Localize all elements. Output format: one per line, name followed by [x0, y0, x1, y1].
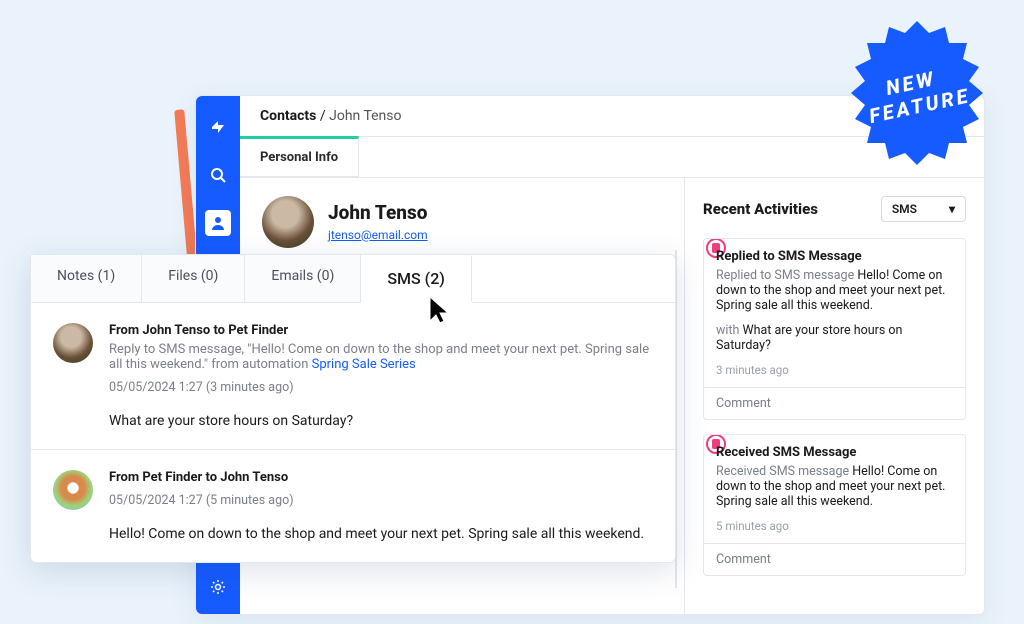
logo-icon[interactable]	[205, 114, 231, 140]
activities-filter-value: SMS	[892, 202, 917, 216]
new-feature-badge: NEW FEATURE	[842, 18, 992, 168]
activity-comment-link[interactable]: Comment	[704, 543, 965, 575]
recent-activities-title: Recent Activities	[703, 200, 818, 218]
automation-link[interactable]: Spring Sale Series	[312, 357, 416, 372]
message-from: From John Tenso to Pet Finder	[109, 323, 653, 338]
avatar	[53, 470, 93, 510]
tab-files[interactable]: Files (0)	[142, 255, 245, 302]
activity-title: Replied to SMS Message	[716, 249, 953, 264]
message-text: Hello! Come on down to the shop and meet…	[109, 526, 653, 542]
recent-activities-pane: Recent Activities SMS ▾ Replied to SMS M…	[684, 178, 984, 614]
gear-icon[interactable]	[205, 574, 231, 600]
sms-message-outbound: From Pet Finder to John Tenso 05/05/2024…	[31, 449, 675, 562]
sms-thread-overlay: Notes (1) Files (0) Emails (0) SMS (2) F…	[30, 254, 676, 563]
activity-time: 3 minutes ago	[716, 363, 953, 377]
breadcrumb-section[interactable]: Contacts	[260, 108, 316, 124]
avatar	[53, 323, 93, 363]
tab-notes[interactable]: Notes (1)	[31, 255, 142, 302]
tab-emails[interactable]: Emails (0)	[245, 255, 361, 302]
contact-name: John Tenso	[328, 201, 428, 224]
contact-email[interactable]: jtenso@email.com	[328, 228, 428, 242]
tab-sms[interactable]: SMS (2)	[361, 255, 472, 303]
tabbar: Notes (1) Files (0) Emails (0) SMS (2)	[31, 255, 675, 303]
chevron-down-icon: ▾	[949, 202, 955, 216]
contacts-icon[interactable]	[205, 210, 231, 236]
activity-card-replied[interactable]: Replied to SMS Message Replied to SMS me…	[703, 238, 966, 420]
sms-message-inbound: From John Tenso to Pet Finder Reply to S…	[31, 303, 675, 449]
search-icon[interactable]	[205, 162, 231, 188]
activity-comment-link[interactable]: Comment	[704, 387, 965, 419]
breadcrumb-name: John Tenso	[329, 108, 401, 124]
message-text: What are your store hours on Saturday?	[109, 413, 653, 429]
activity-time: 5 minutes ago	[716, 519, 953, 533]
message-time: 05/05/2024 1:27 (5 minutes ago)	[109, 493, 653, 508]
cursor-icon	[426, 295, 454, 327]
message-time: 05/05/2024 1:27 (3 minutes ago)	[109, 380, 653, 395]
message-from: From Pet Finder to John Tenso	[109, 470, 653, 485]
subtab-personal-info[interactable]: Personal Info	[240, 136, 359, 177]
activity-card-received[interactable]: Received SMS Message Received SMS messag…	[703, 434, 966, 576]
activities-filter-select[interactable]: SMS ▾	[881, 196, 966, 222]
activity-title: Received SMS Message	[716, 445, 953, 460]
contact-avatar	[262, 196, 314, 248]
